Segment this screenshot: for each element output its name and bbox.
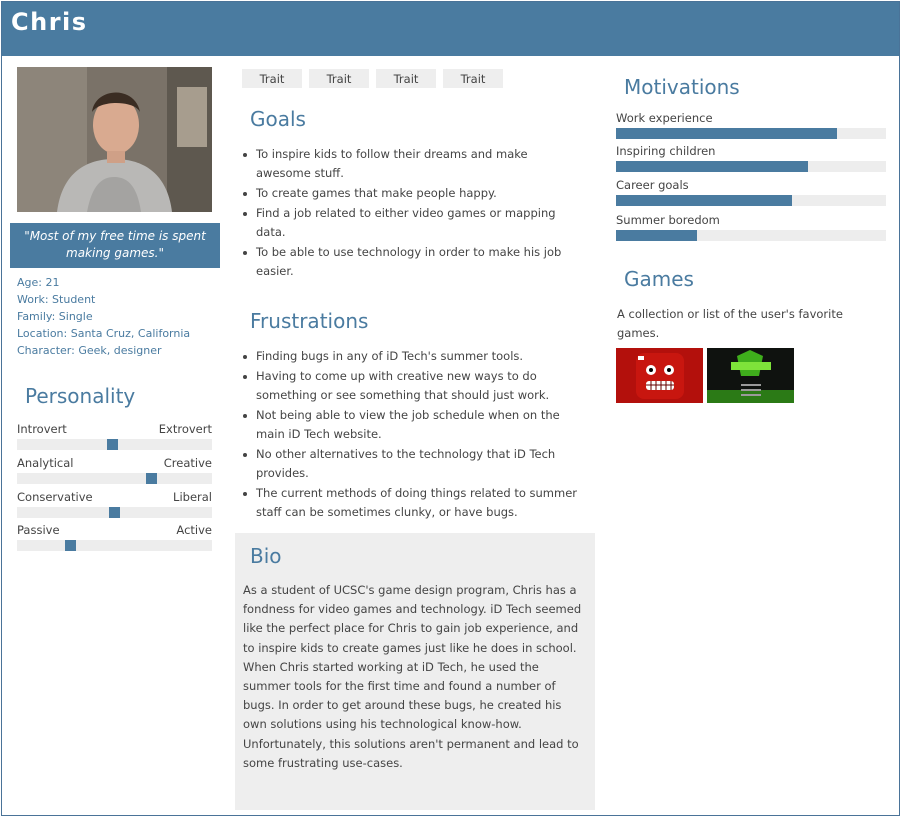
- motivation-inspiring-children: Inspiring children: [616, 144, 886, 172]
- slider-conservative-liberal: Conservative Liberal: [17, 490, 212, 518]
- slider-right-label: Liberal: [173, 490, 212, 504]
- trait-tag: Trait: [443, 69, 503, 88]
- slider-track: [17, 473, 212, 484]
- list-item: To inspire kids to follow their dreams a…: [243, 145, 586, 183]
- goals-list: To inspire kids to follow their dreams a…: [243, 145, 586, 282]
- trait-tag: Trait: [242, 69, 302, 88]
- list-item: To create games that make people happy.: [243, 184, 586, 203]
- slider-right-label: Extrovert: [158, 422, 212, 436]
- meat-boy-image: [616, 348, 703, 403]
- motivation-fill: [616, 195, 792, 206]
- slider-right-label: Active: [176, 523, 212, 537]
- slider-knob: [107, 439, 118, 450]
- trait-tag: Trait: [376, 69, 436, 88]
- motivation-label: Inspiring children: [616, 144, 716, 158]
- motivations-heading: Motivations: [624, 75, 740, 99]
- persona-photo: [17, 67, 212, 212]
- motivation-summer-boredom: Summer boredom: [616, 213, 886, 241]
- slider-analytical-creative: Analytical Creative: [17, 456, 212, 484]
- games-description: A collection or list of the user's favor…: [617, 307, 843, 340]
- slider-left-label: Conservative: [17, 490, 93, 504]
- motivation-fill: [616, 230, 697, 241]
- slider-knob: [65, 540, 76, 551]
- list-item: Finding bugs in any of iD Tech's summer …: [243, 347, 586, 366]
- header-bar: Chris: [2, 2, 899, 56]
- list-item: The current methods of doing things rela…: [243, 484, 586, 522]
- frustrations-list: Finding bugs in any of iD Tech's summer …: [243, 347, 586, 523]
- persona-card: Chris "Most of my free time is spent mak…: [1, 1, 900, 816]
- slider-left-label: Passive: [17, 523, 60, 537]
- trait-tags: Trait Trait Trait Trait: [242, 69, 503, 88]
- game-thumbnail-meat-boy: [616, 348, 703, 403]
- games-heading: Games: [624, 267, 694, 291]
- slider-track: [17, 439, 212, 450]
- slider-left-label: Introvert: [17, 422, 67, 436]
- frustrations-heading: Frustrations: [250, 309, 369, 333]
- list-item: Not being able to view the job schedule …: [243, 406, 586, 444]
- motivation-label: Work experience: [616, 111, 713, 125]
- motivation-career-goals: Career goals: [616, 178, 886, 206]
- slider-knob: [109, 507, 120, 518]
- list-item: No other alternatives to the technology …: [243, 445, 586, 483]
- trait-tag: Trait: [309, 69, 369, 88]
- list-item: Find a job related to either video games…: [243, 204, 586, 242]
- motivation-track: [616, 161, 886, 172]
- bio-heading: Bio: [250, 544, 282, 568]
- persona-facts: Age: 21 Work: Student Family: Single Loc…: [17, 274, 217, 359]
- fact-age: Age: 21: [17, 276, 60, 289]
- motivation-label: Career goals: [616, 178, 689, 192]
- slider-track: [17, 507, 212, 518]
- fact-work: Work: Student: [17, 293, 96, 306]
- motivation-work-experience: Work experience: [616, 111, 886, 139]
- bio-text: As a student of UCSC's game design progr…: [243, 583, 582, 770]
- list-item: Having to come up with creative new ways…: [243, 367, 586, 405]
- motivation-track: [616, 230, 886, 241]
- motivation-track: [616, 128, 886, 139]
- motivation-label: Summer boredom: [616, 213, 720, 227]
- bio-panel: Bio As a student of UCSC's game design p…: [235, 533, 595, 810]
- fact-location: Location: Santa Cruz, California: [17, 327, 191, 340]
- slider-introvert-extrovert: Introvert Extrovert: [17, 422, 212, 450]
- motivation-fill: [616, 128, 838, 139]
- motivation-fill: [616, 161, 808, 172]
- personality-heading: Personality: [25, 384, 136, 408]
- slider-knob: [146, 473, 157, 484]
- game-thumbnail-toxic: [707, 348, 794, 403]
- slider-left-label: Analytical: [17, 456, 74, 470]
- goals-heading: Goals: [250, 107, 306, 131]
- slider-passive-active: Passive Active: [17, 523, 212, 551]
- slider-right-label: Creative: [163, 456, 212, 470]
- persona-name: Chris: [11, 8, 88, 36]
- fact-family: Family: Single: [17, 310, 93, 323]
- toxic-game-image: [707, 348, 794, 403]
- list-item: To be able to use technology in order to…: [243, 243, 586, 281]
- slider-track: [17, 540, 212, 551]
- motivation-track: [616, 195, 886, 206]
- fact-character: Character: Geek, designer: [17, 344, 162, 357]
- persona-quote: "Most of my free time is spent making ga…: [10, 223, 220, 268]
- photo-image: [17, 67, 212, 212]
